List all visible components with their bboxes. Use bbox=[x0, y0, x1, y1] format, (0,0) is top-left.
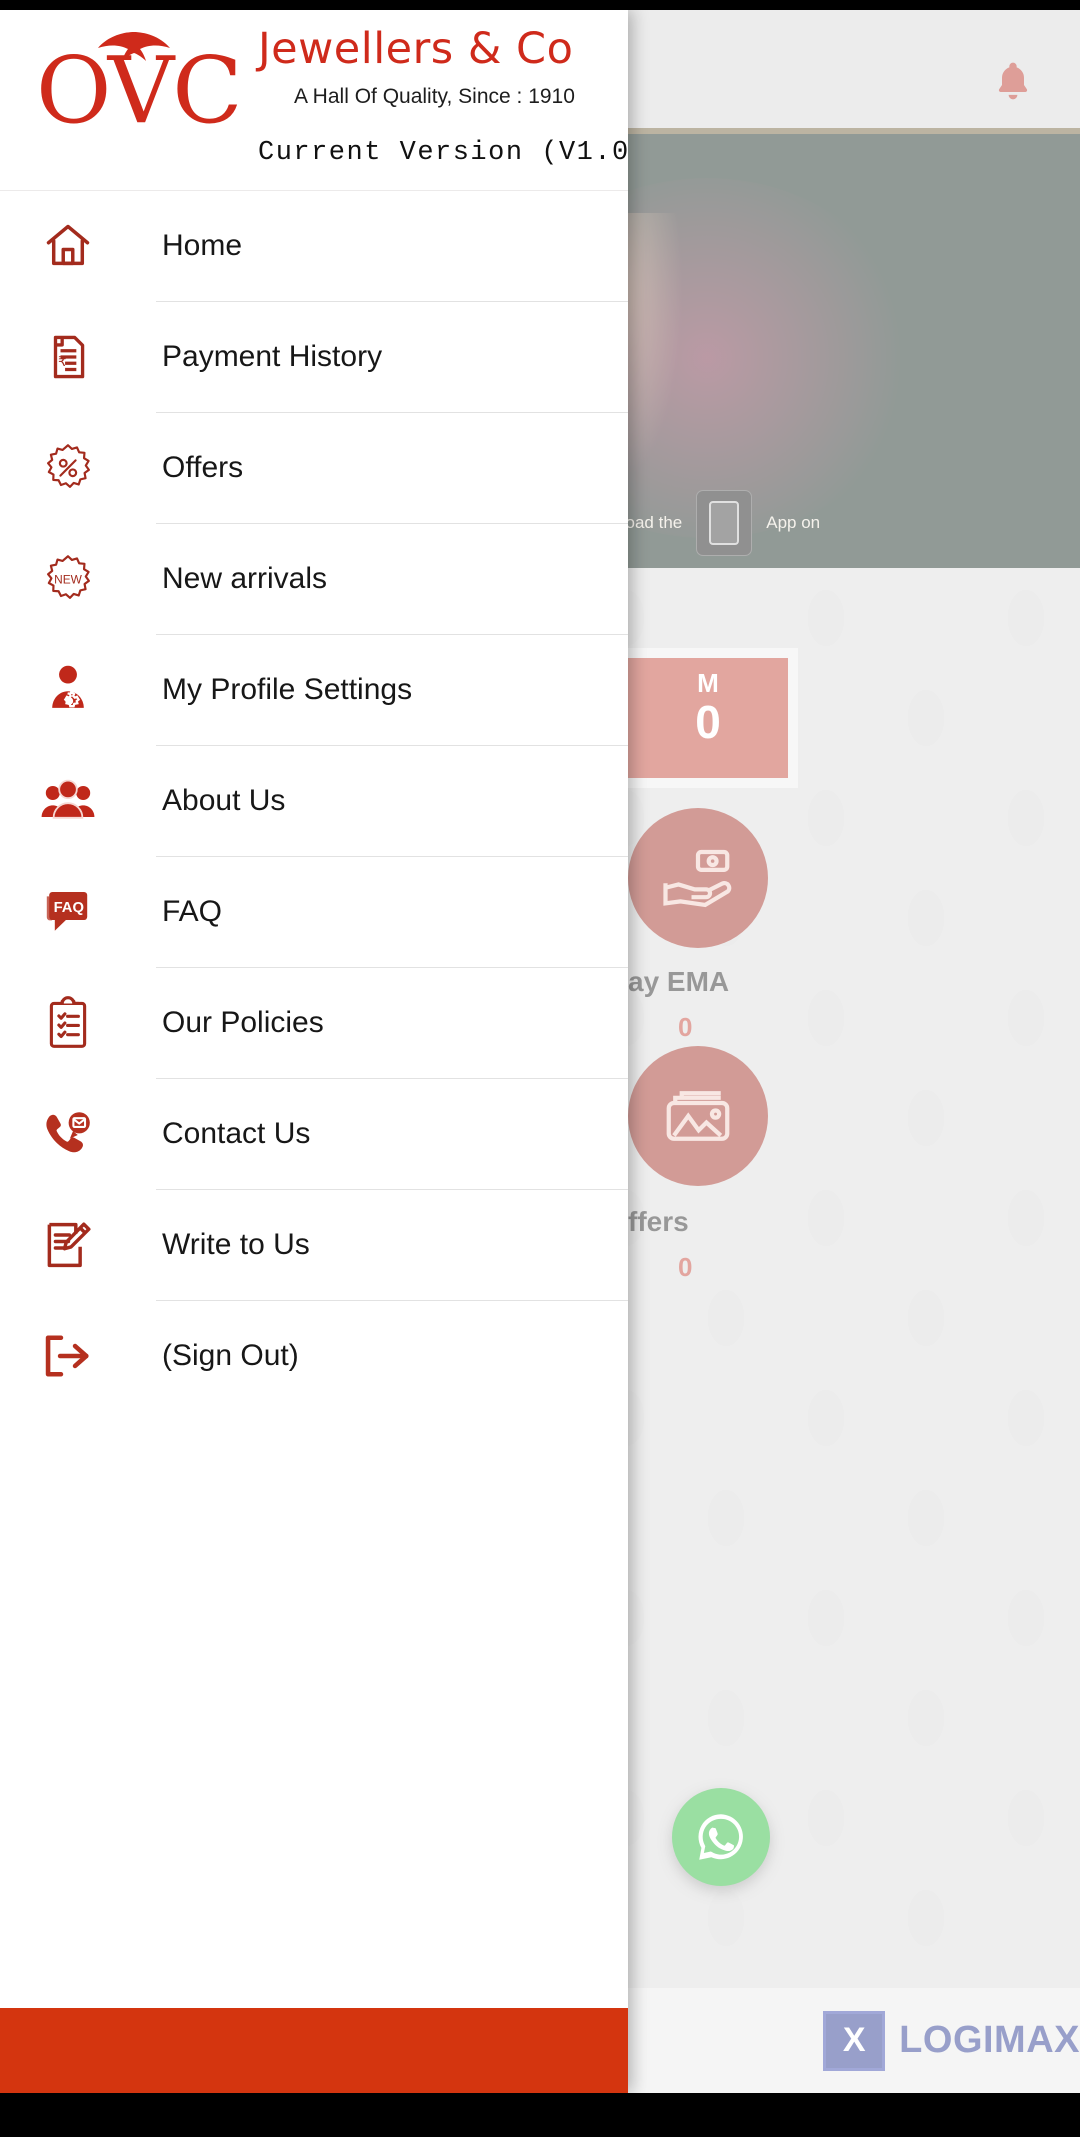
menu-item-label: My Profile Settings bbox=[162, 673, 413, 706]
menu-item-about-us[interactable]: About Us bbox=[0, 746, 628, 856]
ovc-logo-icon: OVC bbox=[36, 32, 243, 144]
drawer-header: OVC Jewellers & Co A Hall Of Quality, Si… bbox=[0, 10, 628, 191]
drawer-menu: Home ₹ Payment History Offers NEW New ar… bbox=[0, 191, 628, 1411]
menu-item-label: About Us bbox=[162, 784, 286, 817]
person-gear-icon bbox=[36, 658, 100, 722]
menu-item-payment-history[interactable]: ₹ Payment History bbox=[0, 302, 628, 412]
navigation-drawer: OVC Jewellers & Co A Hall Of Quality, Si… bbox=[0, 10, 628, 2093]
menu-item-faq[interactable]: FAQ FAQ bbox=[0, 857, 628, 967]
percent-badge-icon bbox=[36, 436, 100, 500]
phone-mail-icon bbox=[36, 1102, 100, 1166]
payment-history-icon: ₹ bbox=[36, 325, 100, 389]
menu-item-profile-settings[interactable]: My Profile Settings bbox=[0, 635, 628, 745]
svg-text:₹: ₹ bbox=[58, 355, 66, 370]
drawer-bottom-bar bbox=[0, 2008, 628, 2093]
people-group-icon bbox=[36, 769, 100, 833]
menu-item-offers[interactable]: Offers bbox=[0, 413, 628, 523]
menu-item-contact-us[interactable]: Contact Us bbox=[0, 1079, 628, 1189]
system-navigation-bar bbox=[0, 2093, 1080, 2137]
menu-item-new-arrivals[interactable]: NEW New arrivals bbox=[0, 524, 628, 634]
menu-item-label: Offers bbox=[162, 451, 244, 484]
menu-item-label: Home bbox=[162, 229, 243, 262]
menu-item-label: (Sign Out) bbox=[162, 1339, 299, 1372]
menu-item-sign-out[interactable]: (Sign Out) bbox=[0, 1301, 628, 1411]
new-badge-icon: NEW bbox=[36, 547, 100, 611]
ovc-logo: OVC bbox=[36, 26, 276, 144]
status-bar bbox=[0, 0, 1080, 10]
app-version-label: Current Version (V1.0.0) bbox=[258, 138, 628, 168]
menu-item-label: Contact Us bbox=[162, 1117, 311, 1150]
brand-block: Jewellers & Co A Hall Of Quality, Since … bbox=[258, 28, 628, 109]
menu-item-write-to-us[interactable]: Write to Us bbox=[0, 1190, 628, 1300]
app-screen: wnload the App on ANDROID APP ON gle pla… bbox=[0, 0, 1080, 2137]
menu-item-label: Write to Us bbox=[162, 1228, 310, 1261]
menu-item-our-policies[interactable]: Our Policies bbox=[0, 968, 628, 1078]
write-pencil-icon bbox=[36, 1213, 100, 1277]
menu-item-label: FAQ bbox=[162, 895, 223, 928]
svg-text:FAQ: FAQ bbox=[54, 900, 84, 916]
home-icon bbox=[36, 214, 100, 278]
menu-item-label: New arrivals bbox=[162, 562, 328, 595]
svg-text:NEW: NEW bbox=[54, 572, 83, 586]
brand-title: Jewellers & Co bbox=[258, 24, 574, 74]
clipboard-check-icon bbox=[36, 991, 100, 1055]
brand-tagline: A Hall Of Quality, Since : 1910 bbox=[294, 85, 575, 108]
drawer-scrim[interactable] bbox=[628, 10, 1080, 2093]
menu-item-home[interactable]: Home bbox=[0, 191, 628, 301]
menu-item-label: Our Policies bbox=[162, 1006, 324, 1039]
faq-bubble-icon: FAQ bbox=[36, 880, 100, 944]
svg-text:OVC: OVC bbox=[36, 37, 241, 136]
menu-item-label: Payment History bbox=[162, 340, 383, 373]
sign-out-icon bbox=[36, 1324, 100, 1388]
